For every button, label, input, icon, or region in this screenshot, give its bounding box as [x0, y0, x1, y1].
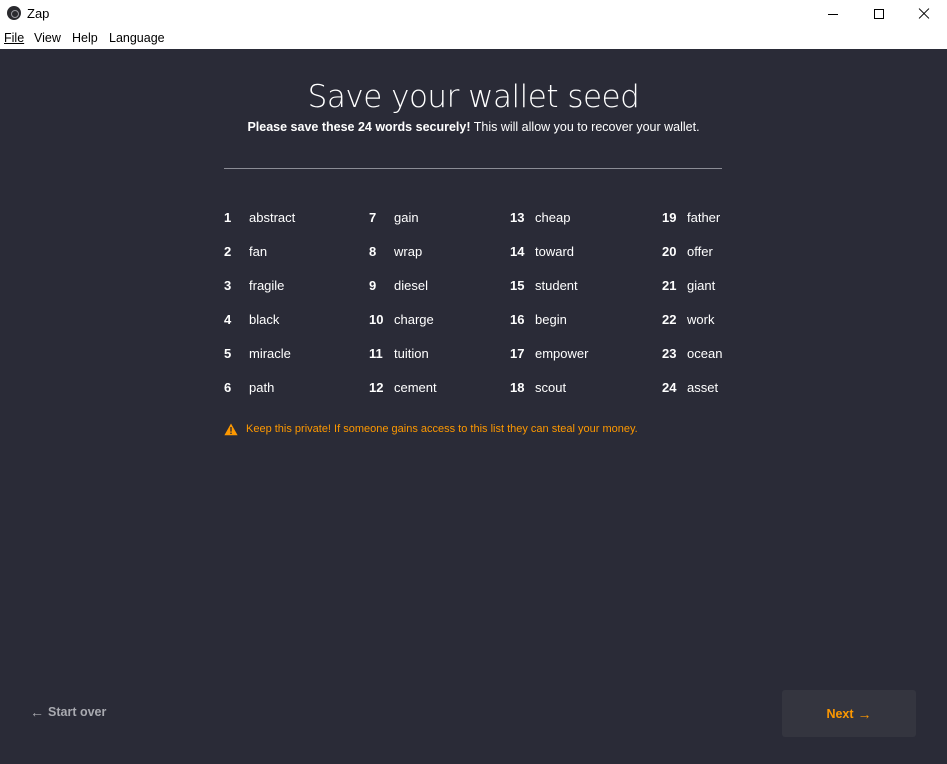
zap-logo-icon: [7, 6, 21, 20]
seed-word-number: 13: [510, 210, 525, 225]
seed-word-text: giant: [687, 278, 716, 293]
seed-word-text: path: [249, 380, 275, 395]
seed-word-number: 12: [369, 380, 384, 395]
seed-word-text: gain: [394, 210, 419, 225]
menu-language-label: Language: [109, 31, 165, 45]
seed-word-number: 17: [510, 346, 525, 361]
seed-word-number: 16: [510, 312, 525, 327]
seed-word-text: ocean: [687, 346, 723, 361]
seed-word-number: 6: [224, 380, 232, 395]
seed-word-number: 1: [224, 210, 232, 225]
warning-message: Keep this private! If someone gains acce…: [224, 421, 638, 437]
seed-word-number: 2: [224, 244, 232, 259]
seed-word-text: toward: [535, 244, 575, 259]
seed-word-text: miracle: [249, 346, 291, 361]
menu-help[interactable]: Help: [72, 31, 98, 45]
seed-word-text: offer: [687, 244, 713, 259]
seed-word-text: wrap: [394, 244, 423, 259]
seed-word-text: charge: [394, 312, 434, 327]
seed-word-text: empower: [535, 346, 589, 361]
seed-word-number: 8: [369, 244, 377, 259]
warning-text: Keep this private! If someone gains acce…: [246, 423, 638, 435]
seed-word-number: 4: [224, 312, 232, 327]
seed-word-text: tuition: [394, 346, 429, 361]
seed-word-text: begin: [535, 312, 567, 327]
warning-triangle-icon: [224, 423, 238, 436]
start-over-label: Start over: [48, 705, 107, 719]
seed-word-text: father: [687, 210, 721, 225]
seed-word-number: 20: [662, 244, 677, 259]
menu-view-label: View: [34, 31, 61, 45]
arrow-right-icon: →: [857, 705, 872, 722]
minimize-button[interactable]: [810, 0, 856, 28]
seed-word-number: 10: [369, 312, 384, 327]
seed-word-number: 3: [224, 278, 232, 293]
seed-word-text: scout: [535, 380, 567, 395]
seed-word-text: diesel: [394, 278, 428, 293]
close-button[interactable]: [901, 0, 947, 28]
menu-view[interactable]: View: [34, 31, 61, 45]
seed-word-text: student: [535, 278, 578, 293]
window-title: Zap: [27, 6, 50, 21]
seed-word-number: 14: [510, 244, 525, 259]
seed-word-number: 24: [662, 380, 677, 395]
seed-word-number: 7: [369, 210, 377, 225]
menu-language[interactable]: Language: [109, 31, 165, 45]
main-content: Save your wallet seed Please save these …: [0, 49, 947, 764]
arrow-left-icon: ←: [30, 704, 44, 720]
seed-word-text: fan: [249, 244, 268, 259]
seed-word-text: cement: [394, 380, 437, 395]
menu-file[interactable]: File: [4, 31, 24, 45]
next-label: Next: [826, 706, 854, 721]
menu-file-label: File: [4, 31, 25, 45]
seed-word-number: 15: [510, 278, 525, 293]
seed-word-number: 22: [662, 312, 677, 327]
page-subtitle: Please save these 24 words securely! Thi…: [0, 120, 947, 134]
seed-word-text: asset: [687, 380, 719, 395]
maximize-button[interactable]: [856, 0, 902, 28]
minimize-icon: [828, 13, 838, 15]
menu-bar: File View Help Language: [0, 28, 947, 49]
seed-word-text: fragile: [249, 278, 285, 293]
page-title: Save your wallet seed: [307, 79, 640, 115]
seed-word-number: 23: [662, 346, 677, 361]
subtitle-strong: Please save these 24 words securely!: [247, 120, 471, 134]
seed-word-text: cheap: [535, 210, 571, 225]
seed-word-number: 18: [510, 380, 525, 395]
seed-word-number: 21: [662, 278, 677, 293]
seed-word-number: 5: [224, 346, 232, 361]
close-icon: [918, 8, 930, 20]
maximize-icon: [874, 9, 884, 19]
seed-word-text: black: [249, 312, 280, 327]
start-over-button[interactable]: ← Start over: [30, 704, 106, 720]
seed-word-text: work: [687, 312, 715, 327]
seed-word-number: 9: [369, 278, 377, 293]
seed-word-text: abstract: [249, 210, 296, 225]
subtitle-rest: This will allow you to recover your wall…: [470, 120, 700, 134]
menu-help-label: Help: [72, 31, 98, 45]
divider: [224, 168, 722, 169]
seed-word-number: 11: [369, 346, 383, 361]
seed-word-number: 19: [662, 210, 677, 225]
title-bar: Zap: [0, 0, 947, 28]
next-button[interactable]: Next →: [782, 690, 916, 737]
